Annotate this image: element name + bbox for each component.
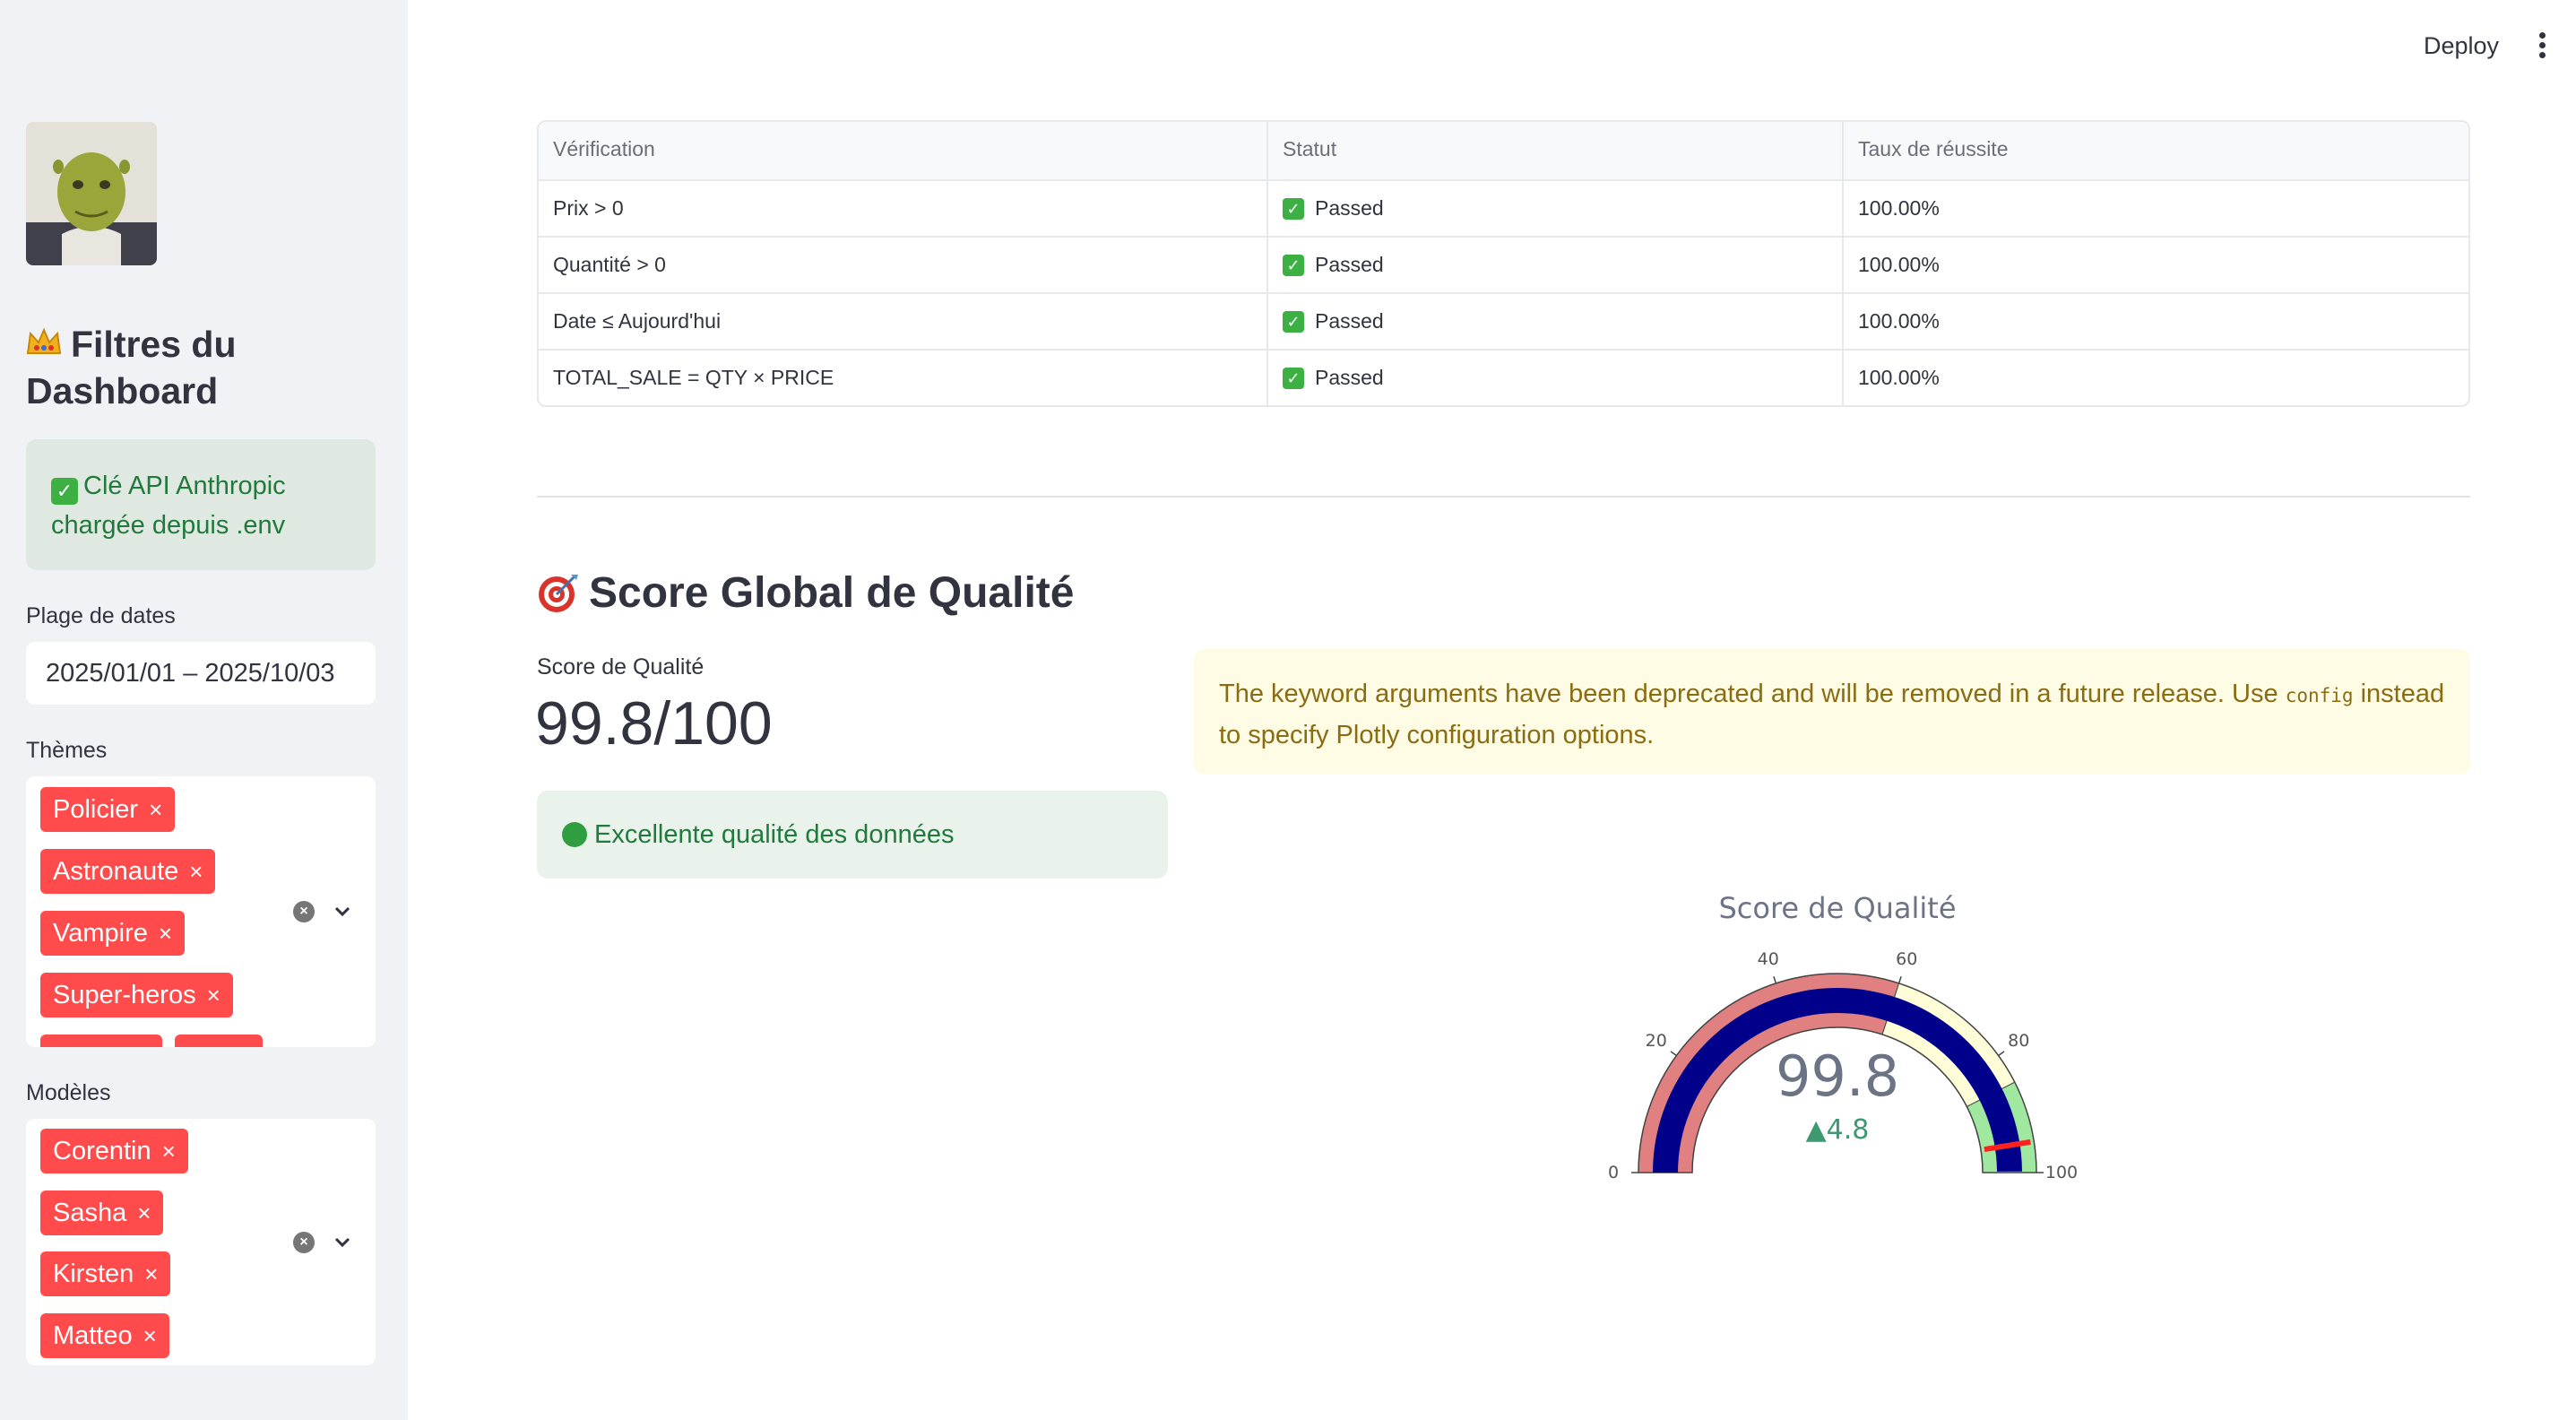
section-divider [537,496,2470,498]
remove-tag-icon[interactable]: × [143,1322,157,1349]
status-cell: ✓ Passed [1266,181,1842,236]
status-cell: ✓ Passed [1266,351,1842,405]
check-cell: Prix > 0 [553,196,624,220]
clear-all-icon[interactable]: × [293,1232,315,1253]
model-tag[interactable]: Kirsten × [40,1251,171,1296]
table-row: Prix > 0 ✓ Passed 100.00% [539,179,2468,236]
model-tag[interactable]: Matteo × [40,1313,169,1358]
gauge-tick-label: 60 [1896,949,1917,969]
section-title: Score Global de Qualité [537,568,1074,618]
status-cell: ✓ Passed [1266,294,1842,349]
gauge-value: 99.8 [1776,1043,1899,1109]
theme-tag[interactable]: Super-heros × [40,973,233,1017]
gauge-tick-label: 40 [1758,949,1779,969]
gauge-tick-label: 80 [2008,1031,2029,1051]
quality-gauge-chart: Score de Qualité 0 20 40 60 80 100 99.8 ▲4.8 [1608,891,2078,1182]
themes-label: Thèmes [26,738,108,763]
sidebar-logo-image [26,122,157,265]
target-icon [537,571,580,614]
gauge-tick [1998,1051,2005,1057]
check-cell: Date ≤ Aujourd'hui [553,309,722,333]
themes-multiselect[interactable]: Policier × Astronaute × Vampire × Super-her… [26,776,376,1047]
clear-all-icon[interactable]: × [293,901,315,922]
quality-success-alert: Excellente qualité des données [537,791,1168,879]
gauge-tick [1897,976,1902,984]
crown-icon [26,321,64,368]
model-tag[interactable]: Sasha × [40,1191,164,1235]
gauge-tick [1670,1051,1677,1057]
remove-tag-icon[interactable]: × [189,858,203,885]
remove-tag-icon[interactable]: × [149,796,162,823]
quality-checks-table: Vérification Statut Taux de réussite Pri… [537,120,2470,407]
table-header-row: Vérification Statut Taux de réussite [539,122,2468,179]
metric-value: 99.8/100 [535,689,773,758]
check-mark-icon: ✓ [1283,198,1304,220]
sidebar-title: Filtres du Dashboard [26,321,367,414]
check-cell: Quantité > 0 [553,253,666,276]
chevron-down-icon[interactable] [333,1233,352,1252]
gauge-title: Score de Qualité [1718,891,1956,925]
column-header[interactable]: Vérification [539,122,1266,179]
model-tag[interactable]: Corentin × [40,1129,188,1173]
deploy-button[interactable]: Deploy [2424,32,2499,60]
gauge-delta: ▲4.8 [1806,1114,1870,1146]
date-range-input[interactable]: 2025/01/01 – 2025/10/03 [26,642,376,705]
green-circle-icon [562,822,587,847]
gauge-tick-label: 20 [1646,1031,1667,1051]
remove-tag-icon[interactable]: × [144,1260,158,1287]
check-mark-icon: ✓ [51,478,78,505]
table-row: Date ≤ Aujourd'hui ✓ Passed 100.00% [539,292,2468,349]
gauge-tick-label: 0 [1608,1163,1619,1182]
api-key-success-alert: ✓ Clé API Anthropic chargée depuis .env [26,439,376,570]
remove-tag-icon[interactable]: × [162,1138,176,1165]
rate-cell: 100.00% [1842,294,2468,349]
check-mark-icon: ✓ [1283,368,1304,389]
rate-cell: 100.00% [1842,181,2468,236]
gauge-tick [1773,976,1777,984]
check-mark-icon: ✓ [1283,255,1304,276]
remove-tag-icon[interactable]: × [137,1199,151,1226]
gauge-tick-label: 100 [2045,1163,2078,1182]
date-range-label: Plage de dates [26,603,176,628]
metric-label: Score de Qualité [537,654,705,680]
check-mark-icon: ✓ [1283,311,1304,333]
remove-tag-icon[interactable]: × [207,982,220,1009]
rate-cell: 100.00% [1842,238,2468,292]
theme-tag-partial[interactable] [175,1035,263,1047]
sidebar: Filtres du Dashboard ✓ Clé API Anthropic … [0,0,408,1420]
column-header[interactable]: Taux de réussite [1842,122,2468,179]
models-label: Modèles [26,1080,111,1105]
models-multiselect[interactable]: Corentin × Sasha × Kirsten × Matteo × × [26,1119,376,1365]
theme-tag[interactable]: Policier × [40,787,176,832]
column-header[interactable]: Statut [1266,122,1842,179]
kebab-menu-icon[interactable] [2537,32,2547,61]
theme-tag-partial[interactable] [40,1035,162,1047]
rate-cell: 100.00% [1842,351,2468,405]
theme-tag[interactable]: Vampire × [40,911,186,956]
deprecation-warning: The keyword arguments have been deprecat… [1194,649,2470,775]
remove-tag-icon[interactable]: × [159,920,172,947]
check-cell: TOTAL_SALE = QTY × PRICE [553,366,834,389]
table-row: Quantité > 0 ✓ Passed 100.00% [539,236,2468,292]
chevron-down-icon[interactable] [333,902,352,922]
table-row: TOTAL_SALE = QTY × PRICE ✓ Passed 100.00% [539,349,2468,405]
inline-code: config [2285,685,2354,706]
theme-tag[interactable]: Astronaute × [40,849,216,894]
status-cell: ✓ Passed [1266,238,1842,292]
